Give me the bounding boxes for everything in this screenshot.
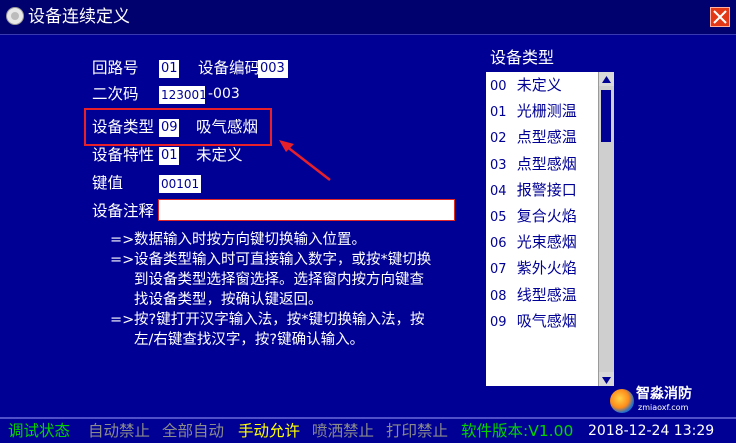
annotation-arrow <box>279 140 331 181</box>
device-type-item[interactable]: 01 光栅测温 <box>486 98 598 124</box>
window-title: 设备连续定义 <box>28 7 130 27</box>
note-line: 左/右键查找汉字，按?键确认输入。 <box>134 332 365 348</box>
watermark-brand: 智淼消防 <box>636 386 692 402</box>
device-code-field[interactable]: 003 <box>258 60 288 78</box>
loop-field[interactable]: 01 <box>159 60 179 78</box>
secondary-code-suffix: -003 <box>208 86 240 102</box>
watermark-logo: 智淼消防 zmiaoxf.com <box>610 386 736 416</box>
status-manual-allow: 手动允许 <box>238 422 301 440</box>
device-remark-field[interactable] <box>158 199 455 221</box>
watermark-url: zmiaoxf.com <box>638 403 689 412</box>
highlight-box <box>84 108 272 146</box>
status-datetime: 2018-12-24 13:29 <box>588 423 715 439</box>
loop-label: 回路号 <box>92 59 139 77</box>
device-type-item[interactable]: 02 点型感温 <box>486 124 598 150</box>
status-all-auto: 全部自动 <box>162 422 225 440</box>
device-type-item[interactable]: 06 光束感烟 <box>486 229 598 255</box>
note-line: 到设备类型选择窗选择。选择窗内按方向键查 <box>134 272 424 288</box>
device-property-label: 设备特性 <box>92 146 155 164</box>
scroll-up-icon[interactable] <box>599 72 614 86</box>
status-version: 软件版本:V1.00 <box>461 422 574 440</box>
device-property-name: 未定义 <box>196 146 243 164</box>
device-code-label: 设备编码 <box>198 59 261 77</box>
device-type-item[interactable]: 00 未定义 <box>486 72 598 98</box>
logo-icon <box>610 389 634 413</box>
device-type-item[interactable]: 08 线型感温 <box>486 282 598 308</box>
note-line: 找设备类型，按确认键返回。 <box>134 292 323 308</box>
status-print-forbid: 打印禁止 <box>386 422 449 440</box>
device-type-scrollbar[interactable] <box>598 72 614 386</box>
circle-icon <box>6 7 24 25</box>
device-type-item[interactable]: 04 报警接口 <box>486 177 598 203</box>
help-notes: =>数据输入时按方向键切换输入位置。 =>设备类型输入时可直接输入数字，或按*键… <box>110 230 431 350</box>
key-value-field[interactable]: 00101 <box>159 175 201 193</box>
status-bar: 调试状态 自动禁止 全部自动 手动允许 喷洒禁止 打印禁止 软件版本:V1.00… <box>0 417 736 443</box>
status-spray-forbid: 喷洒禁止 <box>312 422 375 440</box>
status-auto-forbid: 自动禁止 <box>88 422 151 440</box>
note-line: =>按?键打开汉字输入法，按*键切换输入法，按 <box>110 312 425 328</box>
device-type-item[interactable]: 09 吸气感烟 <box>486 308 598 334</box>
close-x-icon[interactable] <box>710 7 730 27</box>
status-debug: 调试状态 <box>8 422 71 440</box>
secondary-code-label: 二次码 <box>92 85 139 103</box>
device-remark-label: 设备注释 <box>92 202 155 220</box>
title-bar: 设备连续定义 <box>0 0 736 35</box>
device-type-panel-title: 设备类型 <box>490 48 555 67</box>
scroll-thumb[interactable] <box>601 90 611 142</box>
device-property-field[interactable]: 01 <box>159 147 179 165</box>
scroll-down-icon[interactable] <box>599 372 614 386</box>
key-value-label: 键值 <box>92 174 124 192</box>
device-type-item[interactable]: 03 点型感烟 <box>486 151 598 177</box>
note-line: =>设备类型输入时可直接输入数字，或按*键切换 <box>110 252 432 268</box>
secondary-code-field[interactable]: 123001 <box>159 86 207 104</box>
device-type-list[interactable]: 00 未定义 01 光栅测温 02 点型感温 03 点型感烟 04 报警接口 0… <box>486 72 598 386</box>
note-line: =>数据输入时按方向键切换输入位置。 <box>110 232 366 248</box>
device-type-item[interactable]: 05 复合火焰 <box>486 203 598 229</box>
device-type-item[interactable]: 07 紫外火焰 <box>486 255 598 281</box>
